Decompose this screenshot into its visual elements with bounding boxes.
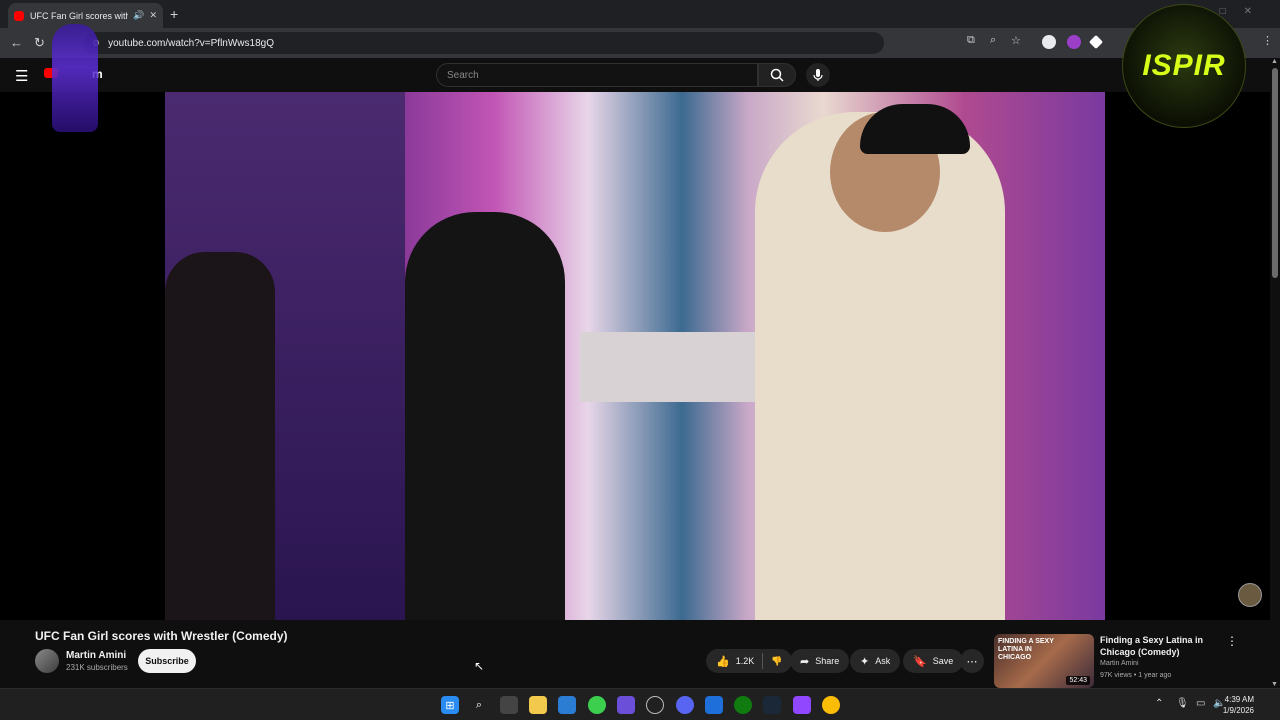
player-avatar-icon[interactable] [1238,583,1262,607]
browser-tab[interactable]: UFC Fan Girl scores with W 🔊 ✕ [8,3,163,28]
taskbar-search-icon[interactable]: ⌕ [470,696,488,714]
new-tab-button[interactable]: + [170,6,178,22]
app-green-icon[interactable] [588,696,606,714]
address-bar[interactable]: ⚙ youtube.com/watch?v=PflnWws18gQ [84,32,884,54]
thumbs-down-icon[interactable]: 👎 [771,656,782,667]
related-video-channel[interactable]: Martin Amini [1100,660,1139,667]
reload-icon[interactable]: ↻ [34,35,45,51]
zoom-icon[interactable]: ⌕ [990,34,996,47]
share-arrow-icon: ➦ [800,655,810,668]
extension-icon-2[interactable] [1067,35,1081,49]
channel-name[interactable]: Martin Amini [66,650,126,661]
scroll-down-arrow-icon[interactable]: ▼ [1271,681,1278,688]
extension-icon-1[interactable] [1042,35,1056,49]
related-video-meta: 97K views • 1 year ago [1100,672,1172,679]
menu-hamburger-icon[interactable]: ☰ [15,67,28,85]
mail-icon[interactable] [705,696,723,714]
bookmark-star-icon[interactable]: ☆ [1011,34,1021,47]
clock-date: 1/9/2026 [1222,706,1254,715]
windows-start-icon[interactable]: ⊞ [441,696,459,714]
app-purple-icon[interactable] [793,696,811,714]
related-video-title[interactable]: Finding a Sexy Latina in Chicago (Comedy… [1100,634,1220,658]
scroll-up-arrow-icon[interactable]: ▲ [1271,58,1278,65]
related-video-item[interactable]: FINDING A SEXY LATINA IN CHICAGO 52:43 F… [994,634,1254,688]
ask-button[interactable]: ✦ Ask [850,649,901,673]
video-frame[interactable] [165,92,1105,620]
mouse-cursor-icon: ↖ [474,659,485,673]
system-clock[interactable]: 4:39 AM 1/9/2026 [1223,694,1254,716]
channel-avatar[interactable] [35,649,59,673]
url-text: youtube.com/watch?v=PflnWws18gQ [108,37,274,49]
discord-icon[interactable] [676,696,694,714]
browser-toolbar: ← ↻ ⚙ youtube.com/watch?v=PflnWws18gQ ⧉ … [0,28,1280,58]
bookmark-icon: 🔖 [913,655,927,668]
tray-network-icon[interactable]: ▭ [1196,698,1205,709]
thumbnail-caption: FINDING A SEXY LATINA IN CHICAGO [998,638,1054,661]
xbox-icon[interactable] [734,696,752,714]
more-actions-button[interactable]: ⋯ [960,649,984,673]
search-input[interactable]: Search [436,63,758,87]
tab-title: UFC Fan Girl scores with W [30,10,129,21]
related-video-thumbnail[interactable]: FINDING A SEXY LATINA IN CHICAGO 52:43 [994,634,1094,688]
task-view-icon[interactable] [500,696,518,714]
extension-icon-3[interactable] [1088,34,1104,50]
share-label: Share [815,656,840,666]
video-duration-badge: 52:43 [1066,676,1090,685]
page-scrollbar[interactable]: ▲ ▼ [1270,58,1280,688]
video-scene-cap [860,104,970,154]
overlay-logo-text: ISPIR [1142,49,1226,82]
scrollbar-thumb[interactable] [1272,68,1278,278]
steam-icon[interactable] [763,696,781,714]
microphone-icon [813,69,823,81]
tray-overflow-icon[interactable]: ⌃ [1155,698,1163,709]
back-arrow-icon[interactable]: ← [10,35,23,50]
save-button[interactable]: 🔖 Save [903,649,964,673]
speaker-icon[interactable]: 🔊 [133,10,144,21]
store-icon[interactable] [558,696,576,714]
app-grid-icon[interactable] [617,696,635,714]
search-icon [770,68,784,82]
cast-icon[interactable]: ⧉ [967,34,975,47]
chrome-icon[interactable] [822,696,840,714]
clock-time: 4:39 AM [1224,695,1254,704]
video-title: UFC Fan Girl scores with Wrestler (Comed… [35,629,288,643]
save-label: Save [932,656,954,666]
close-tab-icon[interactable]: ✕ [149,10,157,21]
youtube-favicon-icon [14,10,24,21]
voice-search-button[interactable] [806,63,830,87]
related-video-menu-icon[interactable]: ⋮ [1226,634,1238,648]
subscriber-count: 231K subscribers [66,663,128,672]
app-circle-icon[interactable] [646,696,664,714]
file-explorer-icon[interactable] [529,696,547,714]
like-divider [762,653,764,669]
search-button[interactable] [758,63,796,87]
tray-microphone-icon[interactable]: 🎙 [1176,698,1189,709]
video-details: UFC Fan Girl scores with Wrestler (Comed… [0,620,1270,688]
video-player[interactable] [0,92,1270,620]
browser-tab-strip: UFC Fan Girl scores with W 🔊 ✕ + –□✕ [0,0,1280,28]
windows-taskbar: ⊞ ⌕ ⌃ 🎙 ▭ 🔈 4:39 AM 1/9/2026 [0,688,1280,720]
video-scene-person-left [165,252,275,620]
share-button[interactable]: ➦ Share [790,649,850,673]
like-dislike-pill: 👍 1.2K 👎 [706,649,793,673]
stream-overlay-globe-logo: ISPIR [1122,4,1246,128]
thumbs-up-icon[interactable]: 👍 [716,655,730,668]
video-scene-person-middle [405,212,565,620]
stream-overlay-character [52,24,98,132]
ask-label: Ask [875,656,891,666]
like-count[interactable]: 1.2K [736,656,755,666]
subscribe-button[interactable]: Subscribe [138,649,196,673]
browser-menu-icon[interactable]: ⋮ [1262,34,1273,47]
sparkle-icon: ✦ [860,655,870,668]
youtube-header: ☰ m Search [0,58,1280,92]
